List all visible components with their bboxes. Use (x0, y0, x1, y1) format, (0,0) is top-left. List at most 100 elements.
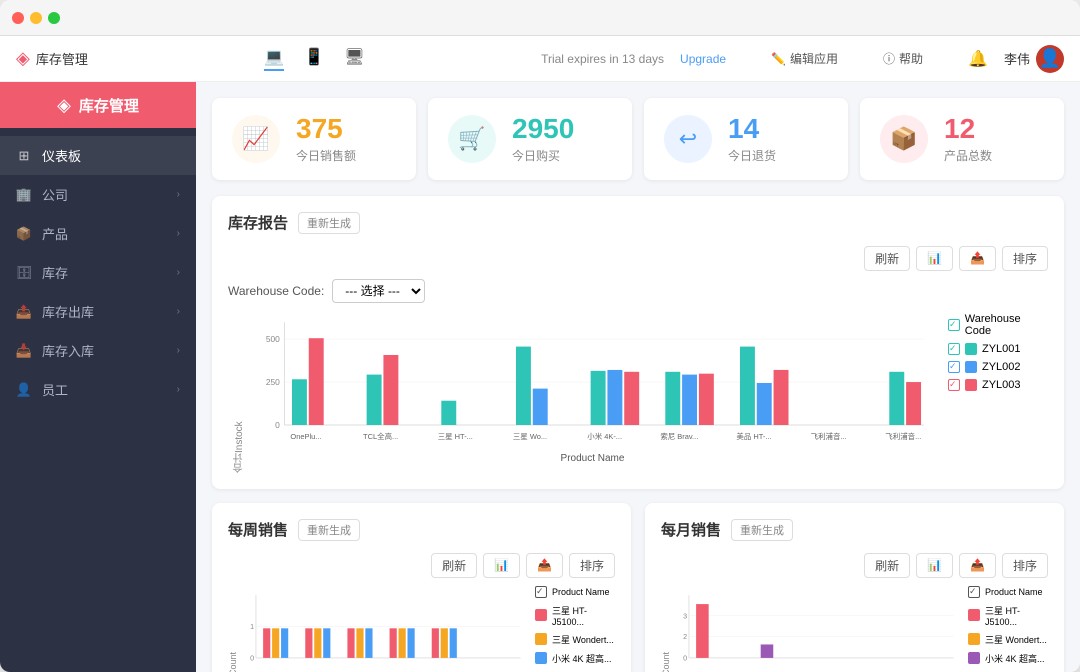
monthly-refresh-button[interactable]: 刷新 (864, 553, 910, 578)
purchase-info: 2950 今日购买 (512, 114, 574, 164)
app-body: ◈ 库存管理 ⊞ 仪表板 🏢 公司 › 📦 产品 › (0, 82, 1080, 672)
tablet-icon[interactable]: 📱 (304, 47, 324, 71)
upgrade-link[interactable]: Upgrade (680, 52, 726, 66)
sidebar-item-staff[interactable]: 👤 员工 › (0, 370, 196, 409)
weekly-y-label: te Count (228, 586, 238, 672)
monthly-export-button[interactable]: 📤 (959, 553, 996, 578)
inventory-arrow: › (177, 267, 180, 278)
weekly-legend-text2: 三星 Wondert... (552, 633, 614, 646)
weekly-color-1 (535, 609, 547, 621)
weekly-color-3 (535, 652, 547, 664)
legend-checkbox-zyl002[interactable] (948, 361, 960, 373)
purchase-label: 今日购买 (512, 147, 574, 164)
sales-info: 375 今日销售额 (296, 114, 356, 164)
user-profile[interactable]: 李伟 👤 (1004, 45, 1064, 73)
monthly-bar-icon-button[interactable]: 📊 (916, 553, 953, 578)
edit-label: 编辑应用 (790, 50, 838, 67)
weekly-legend-item3: 小米 4K 超高... (535, 652, 615, 665)
inbound-icon: 📥 (16, 343, 32, 359)
sidebar-item-outbound[interactable]: 📤 库存出库 › (0, 292, 196, 331)
products-icon: 📦 (880, 115, 928, 163)
legend-checkbox-warehouse[interactable] (948, 319, 960, 331)
legend-label-warehouse: Warehouse Code (965, 313, 1048, 337)
inventory-chart-legend: Warehouse Code ZYL001 ZYL002 (938, 313, 1048, 473)
monthly-legend-label: Product Name (985, 587, 1043, 597)
weekly-sales-title: 每周销售 (228, 519, 288, 540)
legend-color-zyl003 (965, 379, 977, 391)
weekly-regen-button[interactable]: 重新生成 (298, 519, 360, 541)
svg-text:三星 Wo...: 三星 Wo... (513, 432, 547, 441)
monthly-regen-button[interactable]: 重新生成 (731, 519, 793, 541)
returns-number: 14 (728, 114, 776, 145)
sidebar-label-staff: 员工 (42, 380, 68, 399)
inventory-export-button[interactable]: 📤 (959, 246, 996, 271)
inventory-chart-toolbar: 刷新 📊 📤 排序 (228, 246, 1048, 271)
tv-icon[interactable]: 🖥 (344, 47, 364, 71)
company-icon: 🏢 (16, 187, 32, 203)
products-label: 产品总数 (944, 147, 992, 164)
inbound-arrow: › (177, 345, 180, 356)
desktop-icon[interactable]: 💻 (264, 47, 284, 71)
sidebar-item-dashboard[interactable]: ⊞ 仪表板 (0, 136, 196, 175)
sidebar-title: 库存管理 (79, 95, 139, 116)
notification-bell[interactable]: 🔔 (968, 49, 988, 69)
minimize-dot[interactable] (30, 12, 42, 24)
sidebar-item-company[interactable]: 🏢 公司 › (0, 175, 196, 214)
monthly-legend-item2: 三星 Wondert... (968, 633, 1048, 646)
weekly-sort-button[interactable]: 排序 (569, 553, 615, 578)
weekly-legend-name: Product Name (535, 586, 615, 598)
inventory-regen-button[interactable]: 重新生成 (298, 212, 360, 234)
monthly-legend-text1: 三星 HT-J5100... (985, 604, 1048, 627)
sidebar-header: ◈ 库存管理 (0, 82, 196, 128)
maximize-dot[interactable] (48, 12, 60, 24)
legend-checkbox-zyl001[interactable] (948, 343, 960, 355)
main-content: 📈 375 今日销售额 🛒 2950 今日购买 (196, 82, 1080, 672)
content-area: 📈 375 今日销售额 🛒 2950 今日购买 (196, 82, 1080, 672)
monthly-sales-header: 每月销售 重新生成 (661, 519, 1048, 541)
svg-text:2: 2 (683, 633, 687, 641)
sales-icon: 📈 (232, 115, 280, 163)
legend-checkbox-zyl003[interactable] (948, 379, 960, 391)
help-button[interactable]: ⓘ 帮助 (883, 50, 923, 67)
sidebar-nav: ⊞ 仪表板 🏢 公司 › 📦 产品 › 🗄 库存 › (0, 128, 196, 417)
sidebar-label-inventory: 库存 (42, 263, 68, 282)
weekly-legend-text1: 三星 HT-J5100... (552, 604, 615, 627)
inventory-refresh-button[interactable]: 刷新 (864, 246, 910, 271)
inventory-bar-chart: 0 250 500 (247, 313, 938, 453)
purchase-icon: 🛒 (448, 115, 496, 163)
app-logo: ◈ 库存管理 (16, 48, 88, 69)
monthly-sort-button[interactable]: 排序 (1002, 553, 1048, 578)
sidebar-label-inbound: 库存入库 (42, 341, 94, 360)
monthly-legend-item3: 小米 4K 超高... (968, 652, 1048, 665)
monthly-legend-text3: 小米 4K 超高... (985, 652, 1045, 665)
warehouse-select[interactable]: --- 选择 --- (332, 279, 425, 303)
inventory-report-section: 库存报告 重新生成 刷新 📊 📤 排序 Warehouse Code: --- … (212, 196, 1064, 489)
weekly-refresh-button[interactable]: 刷新 (431, 553, 477, 578)
svg-text:飞利浦音...: 飞利浦音... (885, 431, 921, 441)
weekly-bar-icon-button[interactable]: 📊 (483, 553, 520, 578)
help-label: 帮助 (899, 50, 923, 67)
weekly-legend-checkbox[interactable] (535, 586, 547, 598)
weekly-sales-section: 每周销售 重新生成 刷新 📊 📤 排序 te Count (212, 503, 631, 672)
sidebar-item-inventory[interactable]: 🗄 库存 › (0, 253, 196, 292)
svg-text:OnePlu...: OnePlu... (290, 432, 321, 441)
close-dot[interactable] (12, 12, 24, 24)
logo-icon: ◈ (16, 48, 30, 69)
svg-text:飞利浦音...: 飞利浦音... (811, 431, 847, 441)
edit-app-button[interactable]: ✏️ 编辑应用 (771, 50, 838, 67)
monthly-legend-checkbox[interactable] (968, 586, 980, 598)
weekly-legend-item1: 三星 HT-J5100... (535, 604, 615, 627)
legend-label-zyl001: ZYL001 (982, 343, 1021, 355)
sidebar-item-product[interactable]: 📦 产品 › (0, 214, 196, 253)
inventory-bar-icon-button[interactable]: 📊 (916, 246, 953, 271)
sidebar-item-inbound[interactable]: 📥 库存入库 › (0, 331, 196, 370)
outbound-icon: 📤 (16, 304, 32, 320)
purchase-number: 2950 (512, 114, 574, 145)
svg-text:0: 0 (275, 420, 280, 430)
weekly-export-button[interactable]: 📤 (526, 553, 563, 578)
inventory-sort-button[interactable]: 排序 (1002, 246, 1048, 271)
svg-text:250: 250 (266, 377, 280, 387)
warehouse-row: Warehouse Code: --- 选择 --- (228, 279, 1048, 303)
weekly-chart-container: te Count 0 1 (228, 586, 615, 672)
app-window: ◈ 库存管理 💻 📱 🖥 Trial expires in 13 days Up… (0, 0, 1080, 672)
